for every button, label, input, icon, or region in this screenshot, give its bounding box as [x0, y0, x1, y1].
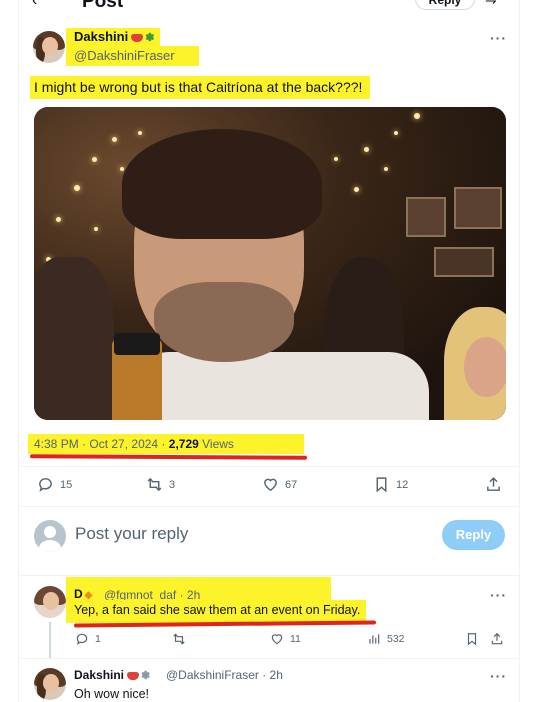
- views-label: Views: [202, 437, 234, 451]
- post-image[interactable]: [34, 107, 506, 420]
- like-icon: [264, 478, 277, 492]
- views-count: 532: [387, 633, 405, 645]
- reply-icon: [39, 478, 52, 492]
- header-reply-button[interactable]: Reply: [415, 0, 475, 10]
- reply-count: 1: [95, 633, 101, 645]
- like-count: 11: [290, 633, 301, 645]
- share-icon: [487, 477, 500, 491]
- divider: [19, 575, 519, 576]
- like-icon: [271, 634, 283, 645]
- more-icon[interactable]: ···: [490, 587, 507, 603]
- like-count: 67: [285, 478, 298, 491]
- reply-author-handle[interactable]: @DakshiniFraser · 2h: [166, 668, 283, 682]
- repost-icon: [147, 477, 162, 492]
- avatar[interactable]: [33, 31, 65, 63]
- filter-icon[interactable]: ⇋: [485, 0, 497, 8]
- watermelon-icon: [131, 33, 144, 42]
- post-meta: 4:38 PM · Oct 27, 2024 · 2,729 Views: [28, 434, 304, 454]
- reply-avatar[interactable]: [34, 668, 66, 700]
- reply-text: Oh wow nice!: [74, 687, 150, 701]
- bookmark-count: 12: [396, 478, 409, 491]
- post-time[interactable]: 4:38 PM: [34, 437, 79, 451]
- author-name[interactable]: Dakshini ✽: [66, 28, 161, 46]
- leaf-icon: ✽: [145, 32, 155, 44]
- bookmark-action[interactable]: [465, 632, 479, 646]
- repost-icon: [173, 633, 185, 645]
- bookmark-action[interactable]: 12: [373, 476, 408, 493]
- share-action[interactable]: [490, 632, 504, 646]
- watermelon-icon: [127, 671, 140, 680]
- views-icon: [369, 634, 380, 644]
- like-action[interactable]: 11: [270, 632, 301, 646]
- reply-count: 15: [60, 478, 73, 491]
- views-count: 2,729: [168, 437, 199, 451]
- back-arrow-icon[interactable]: ‹: [32, 0, 37, 10]
- bookmark-icon: [376, 477, 387, 493]
- author-handle[interactable]: @DakshiniFraser: [66, 46, 199, 66]
- divider: [19, 658, 519, 659]
- reply-input[interactable]: Post your reply: [75, 524, 188, 544]
- divider: [19, 466, 519, 467]
- post-actions: 15 3 67 12: [0, 476, 540, 496]
- post-text: I might be wrong but is that Caitríona a…: [30, 76, 371, 99]
- share-icon: [491, 632, 503, 645]
- reply-icon: [76, 633, 88, 645]
- share-action[interactable]: [485, 476, 502, 493]
- leaf-icon: ✽: [141, 670, 151, 682]
- reply-action[interactable]: 1: [75, 632, 101, 646]
- my-avatar: [34, 520, 66, 552]
- bookmark-icon: [467, 633, 477, 646]
- post-date[interactable]: Oct 27, 2024: [89, 437, 158, 451]
- reply-author-name[interactable]: D ◆: [74, 587, 92, 601]
- post-header: ‹ Post Reply ⇋: [0, 0, 540, 14]
- repost-action[interactable]: 3: [146, 476, 175, 493]
- reply-button[interactable]: Reply: [442, 520, 505, 550]
- divider: [19, 506, 519, 507]
- reply-author-name[interactable]: Dakshini ✽: [74, 668, 150, 682]
- views-action[interactable]: 532: [367, 632, 405, 646]
- like-action[interactable]: 67: [262, 476, 297, 493]
- page-title: Post: [82, 0, 124, 12]
- reply-action[interactable]: 15: [37, 476, 72, 493]
- repost-count: 3: [169, 478, 176, 491]
- reply-actions: 1 11 532: [0, 632, 540, 648]
- repost-action[interactable]: [172, 632, 186, 646]
- reply-text: Yep, a fan said she saw them at an event…: [70, 600, 367, 621]
- more-icon[interactable]: ···: [490, 668, 507, 684]
- reply-avatar[interactable]: [34, 586, 66, 618]
- more-icon[interactable]: ···: [490, 30, 507, 46]
